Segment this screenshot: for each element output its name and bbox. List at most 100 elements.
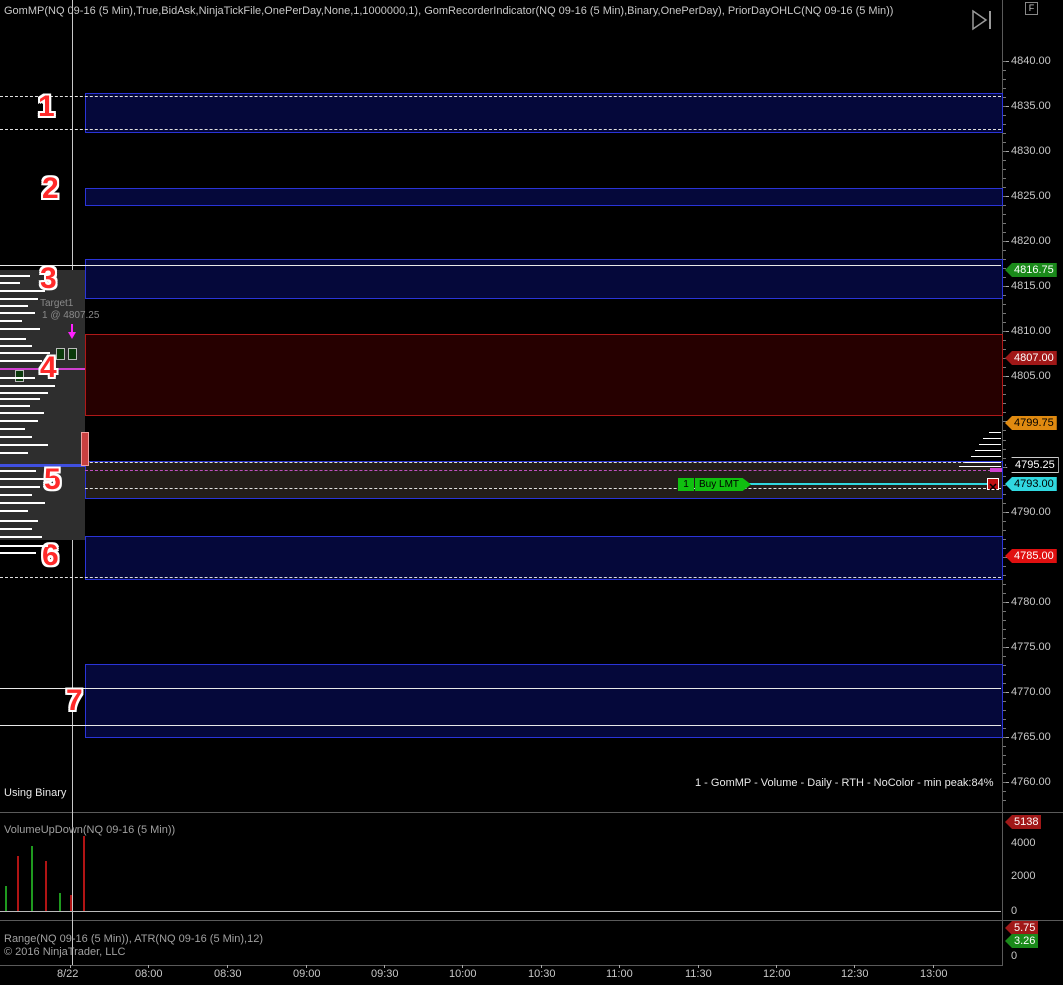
volume-bar (59, 893, 61, 911)
profile-bar (0, 338, 26, 340)
price-minor-tick (1003, 476, 1006, 477)
volume-bar (5, 886, 7, 911)
price-tag: 4785.00 (1005, 549, 1057, 563)
price-tick-label: 4840.00 (1011, 55, 1051, 67)
profile-bar (0, 412, 44, 414)
price-minor-tick (1003, 512, 1006, 513)
price-minor-tick (1003, 656, 1006, 657)
price-tick-label: 4820.00 (1011, 235, 1051, 247)
level-line (0, 725, 1001, 726)
target-label: Target1 (40, 298, 74, 309)
price-minor-tick (1003, 449, 1006, 450)
price-minor-tick (1003, 539, 1006, 540)
range-panel-title: Range(NQ 09-16 (5 Min)), ATR(NQ 09-16 (5… (4, 933, 263, 945)
price-minor-tick (1003, 421, 1006, 422)
skip-to-end-icon (972, 9, 991, 31)
volume-bar (31, 846, 33, 911)
profile-bar (0, 420, 38, 422)
skip-to-end-button[interactable] (970, 9, 994, 31)
price-tick-label: 4810.00 (1011, 325, 1051, 337)
price-minor-tick (1003, 115, 1006, 116)
copyright-text: © 2016 NinjaTrader, LLC (4, 946, 126, 958)
profile-bar (965, 462, 1001, 463)
price-minor-tick (1003, 485, 1006, 486)
level-line (0, 462, 1001, 463)
status-text: Using Binary (4, 787, 67, 799)
volume-baseline (0, 911, 1001, 912)
profile-bar (0, 520, 38, 522)
price-minor-tick (1003, 205, 1006, 206)
price-minor-tick (1003, 97, 1006, 98)
price-tag: 4793.00 (1005, 477, 1057, 491)
order-label: Buy LMT (695, 478, 752, 491)
price-minor-tick (1003, 791, 1006, 792)
order-line[interactable] (748, 483, 988, 485)
price-minor-tick (1003, 304, 1006, 305)
price-minor-tick (1003, 530, 1006, 531)
profile-bar (0, 405, 30, 407)
profile-bar (0, 290, 45, 292)
price-minor-tick (1003, 88, 1006, 89)
profile-bar (0, 452, 28, 454)
profile-info-text: 1 - GomMP - Volume - Daily - RTH - NoCol… (695, 777, 994, 789)
profile-bar (0, 545, 48, 547)
price-minor-tick (1003, 629, 1006, 630)
profile-bar (0, 494, 32, 496)
range-value-tag: 5.75 (1005, 921, 1039, 935)
cancel-order-button[interactable] (987, 478, 999, 491)
price-minor-tick (1003, 692, 1006, 693)
price-minor-tick (1003, 638, 1006, 639)
profile-bar (0, 320, 22, 322)
poc-marker (990, 468, 1002, 472)
price-minor-tick (1003, 611, 1006, 612)
profile-bar (0, 510, 28, 512)
profile-bar (975, 450, 1001, 451)
time-tick-label: 08:00 (135, 968, 163, 980)
zone-number-2: 2 (42, 172, 59, 205)
profile-bar (983, 438, 1001, 439)
price-minor-tick (1003, 376, 1006, 377)
profile-bar (0, 552, 36, 554)
profile-bar (989, 432, 1001, 433)
price-minor-tick (1003, 61, 1006, 62)
price-minor-tick (1003, 620, 1006, 621)
price-minor-tick (1003, 683, 1006, 684)
profile-bar (0, 392, 48, 394)
volume-bar (83, 836, 85, 911)
price-tag: 4799.75 (1005, 416, 1057, 430)
panel-separator (0, 812, 1063, 813)
volume-value-tag: 5138 (1005, 815, 1042, 829)
price-minor-tick (1003, 187, 1006, 188)
price-minor-tick (1003, 133, 1006, 134)
price-minor-tick (1003, 710, 1006, 711)
price-tick-label: 4775.00 (1011, 641, 1051, 653)
profile-bar (0, 444, 48, 446)
range-tick: 0 (1011, 950, 1018, 962)
price-minor-tick (1003, 503, 1006, 504)
price-tick-label: 4815.00 (1011, 280, 1051, 292)
price-minor-tick (1003, 575, 1006, 576)
price-minor-tick (1003, 521, 1006, 522)
price-minor-tick (1003, 232, 1006, 233)
buy-limit-order[interactable]: 1 Buy LMT (678, 478, 752, 491)
zone-5 (85, 461, 1003, 499)
zone-7 (85, 664, 1003, 738)
price-tick-label: 4835.00 (1011, 100, 1051, 112)
price-minor-tick (1003, 196, 1006, 197)
order-qty: 1 (678, 478, 694, 491)
price-minor-tick (1003, 728, 1006, 729)
f-button[interactable]: F (1025, 2, 1038, 15)
price-minor-tick (1003, 124, 1006, 125)
time-tick-label: 11:30 (685, 968, 712, 980)
value-line (0, 464, 85, 467)
profile-bar (0, 345, 32, 347)
price-minor-tick (1003, 79, 1006, 80)
time-tick-label: 12:30 (841, 968, 869, 980)
price-minor-tick (1003, 773, 1006, 774)
zone-2 (85, 188, 1003, 206)
price-tag: 4816.75 (1005, 263, 1057, 277)
volume-tick: 0 (1011, 905, 1018, 917)
profile-bar (959, 466, 1001, 467)
price-minor-tick (1003, 169, 1006, 170)
price-tag: 4795.25 (1005, 457, 1059, 473)
